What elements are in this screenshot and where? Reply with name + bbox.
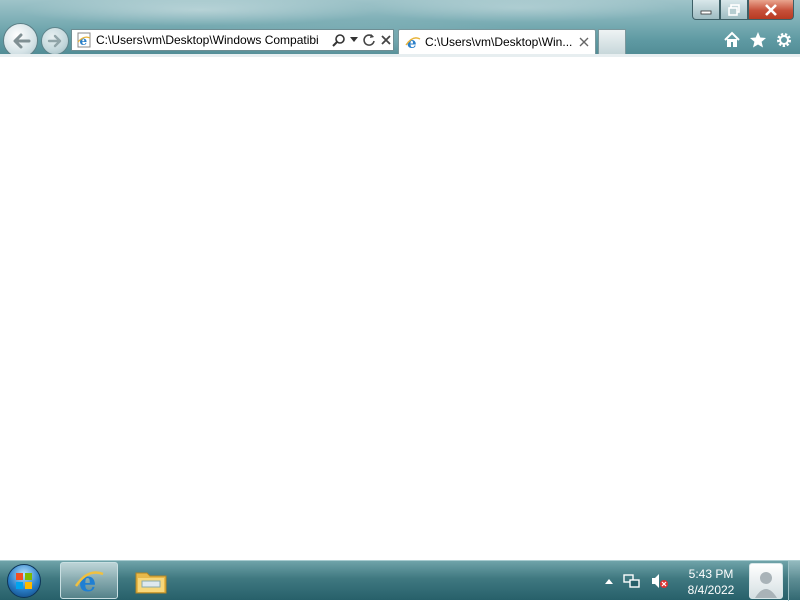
search-icon[interactable]	[332, 33, 346, 47]
close-window-button[interactable]	[748, 0, 794, 20]
browser-chrome: e e C:\Users\vm\Desktop\Win...	[0, 0, 800, 57]
user-tile[interactable]	[749, 563, 783, 599]
new-tab-button[interactable]	[598, 29, 626, 54]
user-icon	[755, 572, 777, 598]
address-tools	[332, 33, 392, 47]
forward-arrow-icon	[47, 34, 62, 48]
refresh-icon[interactable]	[362, 33, 376, 47]
close-icon	[765, 3, 777, 16]
chevron-down-icon[interactable]	[350, 37, 358, 43]
tab-label: C:\Users\vm\Desktop\Win...	[425, 35, 573, 49]
start-button[interactable]	[7, 564, 41, 598]
tab-current[interactable]: e C:\Users\vm\Desktop\Win...	[398, 29, 596, 54]
stop-icon[interactable]	[380, 34, 392, 46]
page-content[interactable]	[0, 57, 800, 560]
clock-time: 5:43 PM	[688, 567, 734, 581]
ie-page-icon: e	[76, 32, 94, 48]
restore-button[interactable]	[720, 0, 748, 20]
system-tray	[605, 561, 669, 601]
back-arrow-icon	[13, 33, 30, 48]
chevron-up-icon[interactable]	[605, 578, 613, 584]
clock-date: 8/4/2022	[687, 583, 735, 597]
home-icon[interactable]	[722, 30, 742, 50]
folder-icon	[135, 572, 167, 593]
taskbar-explorer-button[interactable]	[122, 562, 180, 599]
volume-muted-icon[interactable]	[651, 573, 669, 589]
command-icons	[722, 30, 794, 50]
clock[interactable]: 5:43 PM 8/4/2022	[682, 566, 740, 598]
window-controls	[692, 0, 794, 20]
address-input[interactable]	[96, 33, 328, 47]
back-button[interactable]	[3, 23, 38, 57]
forward-button[interactable]	[41, 27, 69, 55]
minimize-button[interactable]	[692, 0, 720, 20]
minimize-icon	[700, 10, 712, 14]
internet-explorer-icon: e	[74, 567, 104, 596]
show-desktop-button[interactable]	[788, 561, 800, 601]
network-icon[interactable]	[623, 573, 641, 589]
star-icon[interactable]	[748, 30, 768, 50]
ie-tab-icon: e	[405, 34, 421, 50]
gear-icon[interactable]	[774, 30, 794, 50]
taskbar-ie-button[interactable]: e	[60, 562, 118, 599]
tab-close-icon[interactable]	[579, 37, 589, 47]
svg-text:e: e	[80, 34, 88, 48]
taskbar: e 5:43 PM 8/4/2022	[0, 560, 800, 601]
windows-start-icon	[16, 573, 32, 589]
address-bar: e	[71, 29, 394, 51]
restore-icon	[728, 3, 740, 16]
